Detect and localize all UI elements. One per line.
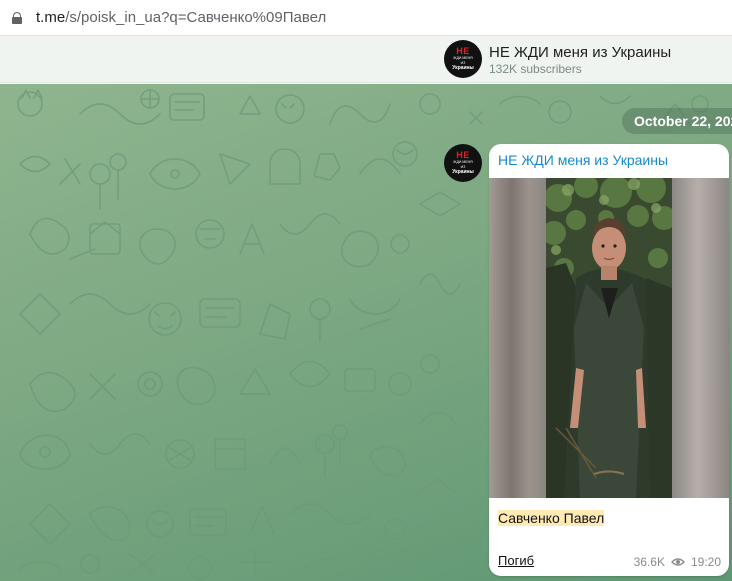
avatar-mark-ne: НЕ	[456, 46, 470, 56]
chat-area[interactable]: October 22, 202 НЕ ЖДИ МЕНЯ ИЗ Украины Н…	[0, 84, 732, 581]
url-path: /s/poisk_in_ua?q=Савченко%09Павел	[65, 9, 327, 26]
browser-address-bar[interactable]: t.me/s/poisk_in_ua?q=Савченко%09Павел	[0, 0, 732, 36]
photo-scene	[546, 178, 672, 498]
channel-avatar[interactable]: НЕ ЖДИ МЕНЯ ИЗ Украины	[444, 40, 482, 78]
lock-icon	[12, 11, 22, 24]
avatar-mark-line4: Украины	[452, 65, 474, 71]
message-author-avatar[interactable]: НЕ ЖДИ МЕНЯ ИЗ Украины	[444, 144, 482, 182]
channel-header[interactable]: НЕ ЖДИ МЕНЯ ИЗ Украины НЕ ЖДИ меня из Ук…	[0, 36, 732, 83]
avatar-mark-line2: ЖДИ МЕНЯ	[453, 56, 473, 60]
channel-title[interactable]: НЕ ЖДИ меня из Украины	[489, 44, 671, 61]
avatar-mark-line4: Украины	[452, 169, 474, 175]
message-photo[interactable]	[489, 178, 729, 498]
message-meta: 36.6K 19:20	[634, 555, 721, 569]
photo-blur-right	[672, 178, 729, 498]
message-link[interactable]: Погиб	[498, 553, 534, 568]
message-author-name[interactable]: НЕ ЖДИ меня из Украины	[498, 152, 668, 168]
photo-blur-left	[489, 178, 546, 498]
message-caption: Савченко Павел	[498, 510, 605, 526]
date-badge: October 22, 202	[622, 108, 732, 134]
message-time: 19:20	[690, 555, 721, 569]
url-host: t.me	[36, 9, 66, 26]
caption-highlight: Савченко Павел	[498, 510, 605, 526]
avatar-mark-line2: ЖДИ МЕНЯ	[453, 160, 473, 164]
channel-subscribers: 132K subscribers	[489, 62, 582, 76]
views-count: 36.6K	[633, 555, 665, 569]
eye-icon	[670, 558, 685, 566]
avatar-mark-ne: НЕ	[456, 150, 470, 160]
url-text[interactable]: t.me/s/poisk_in_ua?q=Савченко%09Павел	[36, 9, 326, 26]
message-bubble[interactable]: НЕ ЖДИ меня из Украины Савченко Павел По…	[489, 144, 729, 576]
